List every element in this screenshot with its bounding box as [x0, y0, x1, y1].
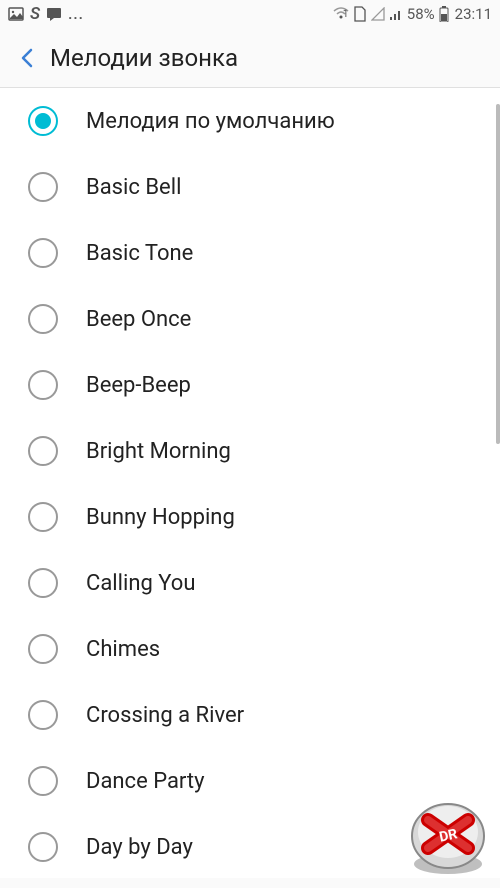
ringtone-item[interactable]: Day by Day [0, 814, 500, 878]
ringtone-item[interactable]: Bunny Hopping [0, 484, 500, 550]
radio-button[interactable] [28, 634, 58, 664]
signal-icon [389, 7, 403, 21]
ringtone-label: Dance Party [86, 769, 205, 794]
radio-button[interactable] [28, 106, 58, 136]
radio-dot-icon [35, 113, 51, 129]
radio-button[interactable] [28, 700, 58, 730]
ringtone-label: Chimes [86, 637, 160, 662]
ringtone-item[interactable]: Crossing a River [0, 682, 500, 748]
status-bar-right: 1 58% 23:11 [333, 5, 492, 23]
ringtone-item[interactable]: Basic Bell [0, 154, 500, 220]
page-title: Мелодии звонка [50, 44, 238, 72]
ringtone-label: Crossing a River [86, 703, 244, 728]
radio-button[interactable] [28, 370, 58, 400]
ringtone-item-default[interactable]: Мелодия по умолчанию [0, 88, 500, 154]
radio-button[interactable] [28, 238, 58, 268]
scrollbar[interactable] [496, 104, 500, 444]
more-icon: ... [68, 5, 84, 23]
ringtone-item[interactable]: Dance Party [0, 748, 500, 814]
battery-text: 58% [407, 5, 435, 23]
ringtone-label: Day by Day [86, 835, 193, 860]
ringtone-label: Bunny Hopping [86, 505, 235, 530]
status-bar: S ... 1 58% 23:11 [0, 0, 500, 28]
sim-icon: 1 [353, 6, 367, 22]
message-icon [46, 6, 62, 22]
radio-button[interactable] [28, 766, 58, 796]
back-button[interactable] [10, 40, 46, 76]
clock: 23:11 [455, 5, 492, 23]
ringtone-label: Мелодия по умолчанию [86, 109, 335, 134]
ringtone-item[interactable]: Bright Morning [0, 418, 500, 484]
radio-button[interactable] [28, 832, 58, 862]
ringtone-item[interactable]: Beep Once [0, 286, 500, 352]
radio-button[interactable] [28, 436, 58, 466]
radio-button[interactable] [28, 172, 58, 202]
gallery-icon [8, 6, 24, 22]
s-icon: S [30, 4, 40, 24]
ringtone-item[interactable]: Chimes [0, 616, 500, 682]
no-signal-icon [371, 7, 385, 21]
battery-icon [439, 6, 449, 22]
ringtone-label: Bright Morning [86, 439, 231, 464]
ringtone-item[interactable]: Beep-Beep [0, 352, 500, 418]
ringtone-list[interactable]: Мелодия по умолчанию Basic Bell Basic To… [0, 88, 500, 878]
ringtone-label: Basic Tone [86, 241, 193, 266]
ringtone-label: Basic Bell [86, 175, 181, 200]
ringtone-label: Beep-Beep [86, 373, 191, 398]
ringtone-item[interactable]: Calling You [0, 550, 500, 616]
ringtone-label: Beep Once [86, 307, 191, 332]
ringtone-item[interactable]: Basic Tone [0, 220, 500, 286]
radio-button[interactable] [28, 304, 58, 334]
app-header: Мелодии звонка [0, 28, 500, 88]
radio-button[interactable] [28, 568, 58, 598]
ringtone-label: Calling You [86, 571, 195, 596]
chevron-left-icon [17, 47, 39, 69]
radio-button[interactable] [28, 502, 58, 532]
status-bar-left: S ... [8, 4, 84, 24]
